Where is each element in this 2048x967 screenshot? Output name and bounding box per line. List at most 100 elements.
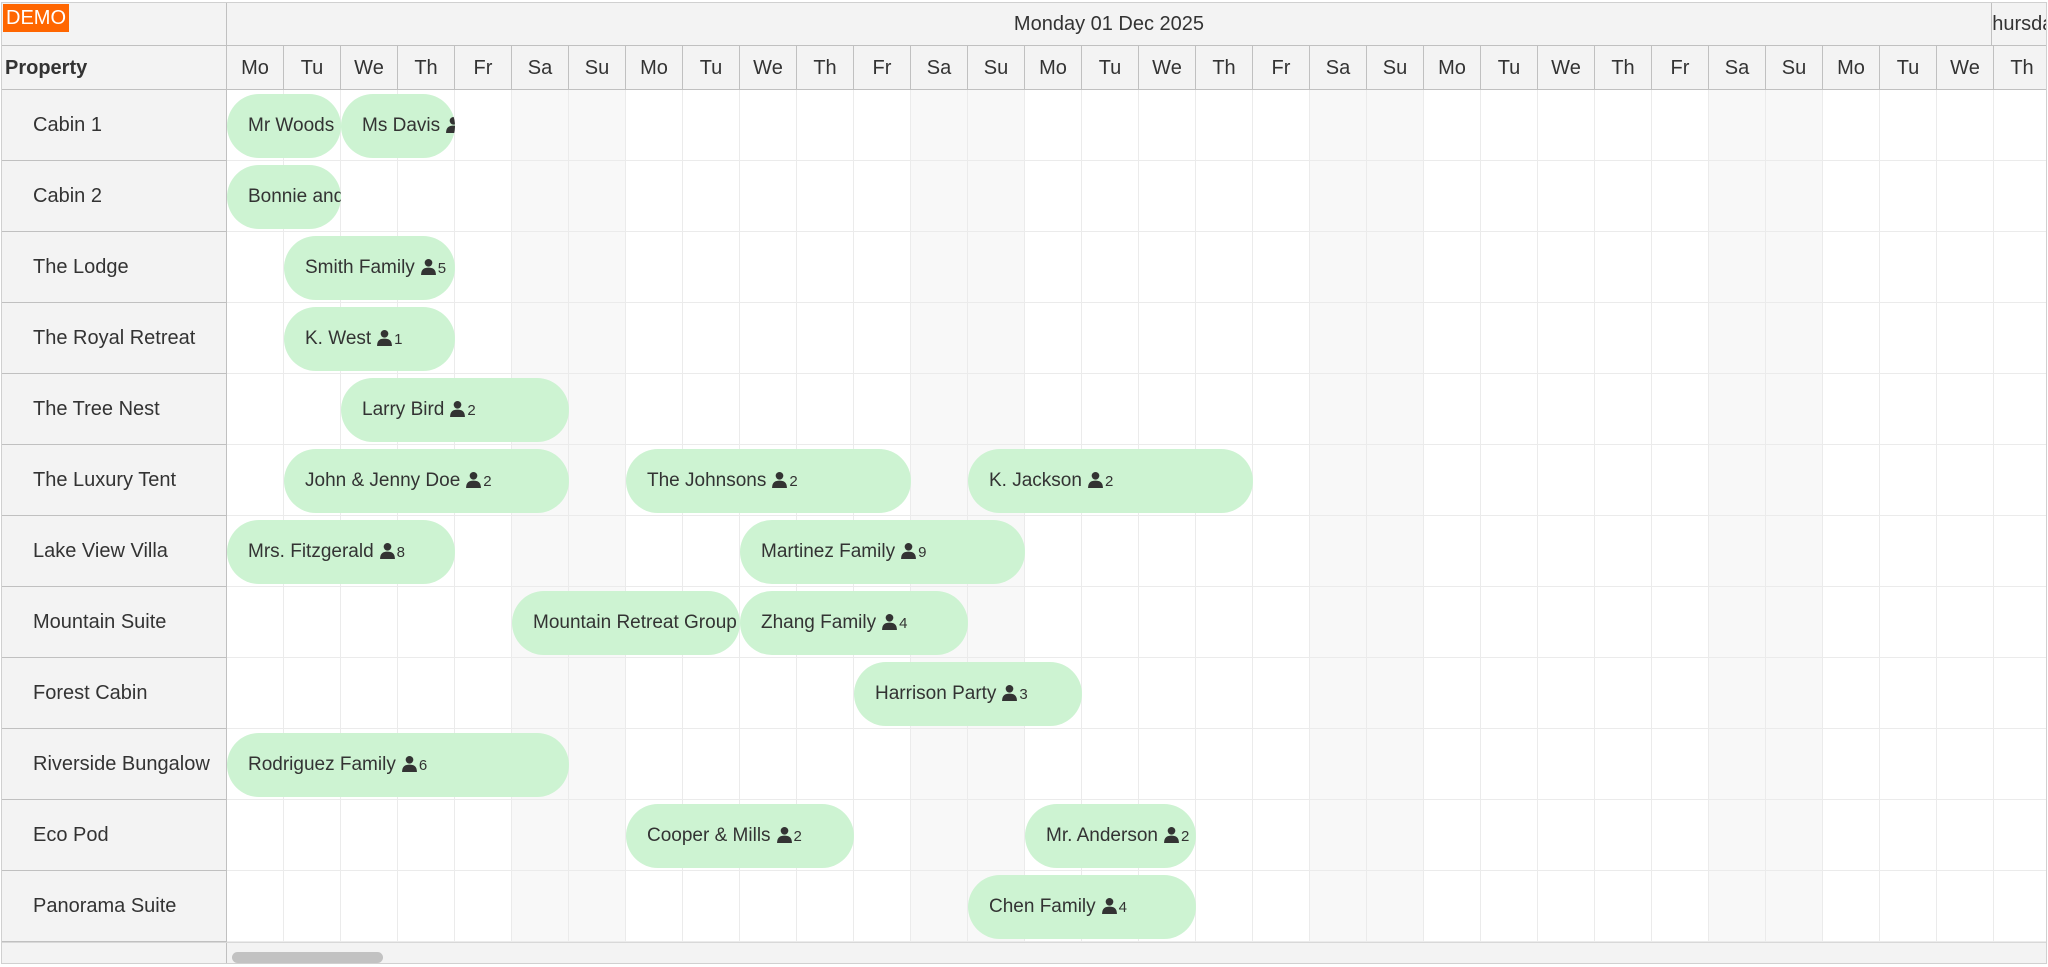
- grid-cell[interactable]: [1937, 658, 1994, 729]
- grid-cell[interactable]: [911, 800, 968, 871]
- grid-cell[interactable]: [1196, 374, 1253, 445]
- grid-cell[interactable]: [797, 658, 854, 729]
- grid-cell[interactable]: [455, 303, 512, 374]
- grid-cell[interactable]: [1253, 658, 1310, 729]
- grid-cell[interactable]: [1823, 729, 1880, 800]
- grid-cell[interactable]: [341, 658, 398, 729]
- reservation-event[interactable]: Rodriguez Family 6: [227, 733, 569, 797]
- grid-cell[interactable]: [1025, 587, 1082, 658]
- grid-cell[interactable]: [1367, 516, 1424, 587]
- horizontal-scrollbar[interactable]: [2, 942, 2046, 963]
- reservation-event[interactable]: Mr Woods: [227, 94, 341, 158]
- grid-cell[interactable]: [1025, 303, 1082, 374]
- grid-cell[interactable]: [512, 232, 569, 303]
- grid-cell[interactable]: [626, 161, 683, 232]
- grid-cell[interactable]: [854, 800, 911, 871]
- grid-cell[interactable]: [569, 232, 626, 303]
- grid-cell[interactable]: [1652, 232, 1709, 303]
- grid-cell[interactable]: [1652, 658, 1709, 729]
- grid-cell[interactable]: [1253, 800, 1310, 871]
- grid-cell[interactable]: [1595, 374, 1652, 445]
- grid-cell[interactable]: [911, 232, 968, 303]
- reservation-event[interactable]: The Johnsons 2: [626, 449, 911, 513]
- grid-cell[interactable]: [1481, 729, 1538, 800]
- grid-cell[interactable]: [284, 587, 341, 658]
- grid-cell[interactable]: [968, 303, 1025, 374]
- grid-cell[interactable]: [626, 658, 683, 729]
- grid-cell[interactable]: [968, 800, 1025, 871]
- grid-cell[interactable]: [968, 161, 1025, 232]
- grid-cell[interactable]: [512, 161, 569, 232]
- grid-cell[interactable]: [1652, 800, 1709, 871]
- grid-cell[interactable]: [1880, 871, 1937, 942]
- grid-cell[interactable]: [1880, 516, 1937, 587]
- grid-cell[interactable]: [227, 374, 284, 445]
- grid-cell[interactable]: [1994, 90, 2046, 161]
- grid-cell[interactable]: [1994, 232, 2046, 303]
- grid-cell[interactable]: [1709, 161, 1766, 232]
- grid-cell[interactable]: [1652, 161, 1709, 232]
- grid-cell[interactable]: [1823, 587, 1880, 658]
- grid-cell[interactable]: [968, 374, 1025, 445]
- grid-cell[interactable]: [1880, 161, 1937, 232]
- grid-cell[interactable]: [683, 516, 740, 587]
- grid-cell[interactable]: [512, 516, 569, 587]
- grid-cell[interactable]: [284, 658, 341, 729]
- grid-cell[interactable]: [1652, 729, 1709, 800]
- grid-cell[interactable]: [683, 871, 740, 942]
- grid-cell[interactable]: [797, 303, 854, 374]
- reservation-event[interactable]: Smith Family 5: [284, 236, 455, 300]
- grid-cell[interactable]: [398, 161, 455, 232]
- grid-cell[interactable]: [1481, 871, 1538, 942]
- grid-cell[interactable]: [1367, 445, 1424, 516]
- grid-cell[interactable]: [1880, 658, 1937, 729]
- grid-cell[interactable]: [683, 374, 740, 445]
- grid-cell[interactable]: [1709, 303, 1766, 374]
- grid-cell[interactable]: [1937, 90, 1994, 161]
- grid-cell[interactable]: [797, 232, 854, 303]
- grid-cell[interactable]: [1937, 729, 1994, 800]
- grid-cell[interactable]: [1994, 303, 2046, 374]
- grid-cell[interactable]: [1253, 729, 1310, 800]
- grid-cell[interactable]: [968, 90, 1025, 161]
- grid-cell[interactable]: [1139, 90, 1196, 161]
- grid-cell[interactable]: [911, 161, 968, 232]
- grid-cell[interactable]: [1082, 658, 1139, 729]
- grid-cell[interactable]: [968, 587, 1025, 658]
- grid-cell[interactable]: [455, 90, 512, 161]
- grid-cell[interactable]: [1823, 232, 1880, 303]
- grid-cell[interactable]: [1709, 871, 1766, 942]
- grid-cell[interactable]: [1595, 90, 1652, 161]
- grid-cell[interactable]: [1196, 161, 1253, 232]
- grid-cell[interactable]: [740, 303, 797, 374]
- grid-cell[interactable]: [1823, 374, 1880, 445]
- grid-cell[interactable]: [1823, 161, 1880, 232]
- grid-cell[interactable]: [1994, 161, 2046, 232]
- grid-cell[interactable]: [854, 374, 911, 445]
- grid-cell[interactable]: [1310, 587, 1367, 658]
- grid-cell[interactable]: [1595, 871, 1652, 942]
- grid-cell[interactable]: [569, 90, 626, 161]
- grid-cell[interactable]: [227, 303, 284, 374]
- grid-cell[interactable]: [1766, 516, 1823, 587]
- grid-cell[interactable]: [740, 232, 797, 303]
- reservation-event[interactable]: Zhang Family 4: [740, 591, 968, 655]
- grid-cell[interactable]: [455, 232, 512, 303]
- grid-cell[interactable]: [569, 800, 626, 871]
- grid-cell[interactable]: [1310, 658, 1367, 729]
- grid-cell[interactable]: [1652, 871, 1709, 942]
- grid-cell[interactable]: [569, 871, 626, 942]
- grid-cell[interactable]: [1025, 374, 1082, 445]
- grid-cell[interactable]: [1310, 232, 1367, 303]
- grid-cell[interactable]: [1937, 516, 1994, 587]
- grid-cell[interactable]: [1082, 303, 1139, 374]
- grid-cell[interactable]: [1937, 161, 1994, 232]
- grid-cell[interactable]: [1424, 374, 1481, 445]
- grid-cell[interactable]: [1196, 303, 1253, 374]
- grid-cell[interactable]: [1367, 161, 1424, 232]
- grid-cell[interactable]: [1994, 587, 2046, 658]
- grid-cell[interactable]: [1709, 729, 1766, 800]
- grid-cell[interactable]: [797, 161, 854, 232]
- grid-cell[interactable]: [1994, 374, 2046, 445]
- grid-cell[interactable]: [512, 800, 569, 871]
